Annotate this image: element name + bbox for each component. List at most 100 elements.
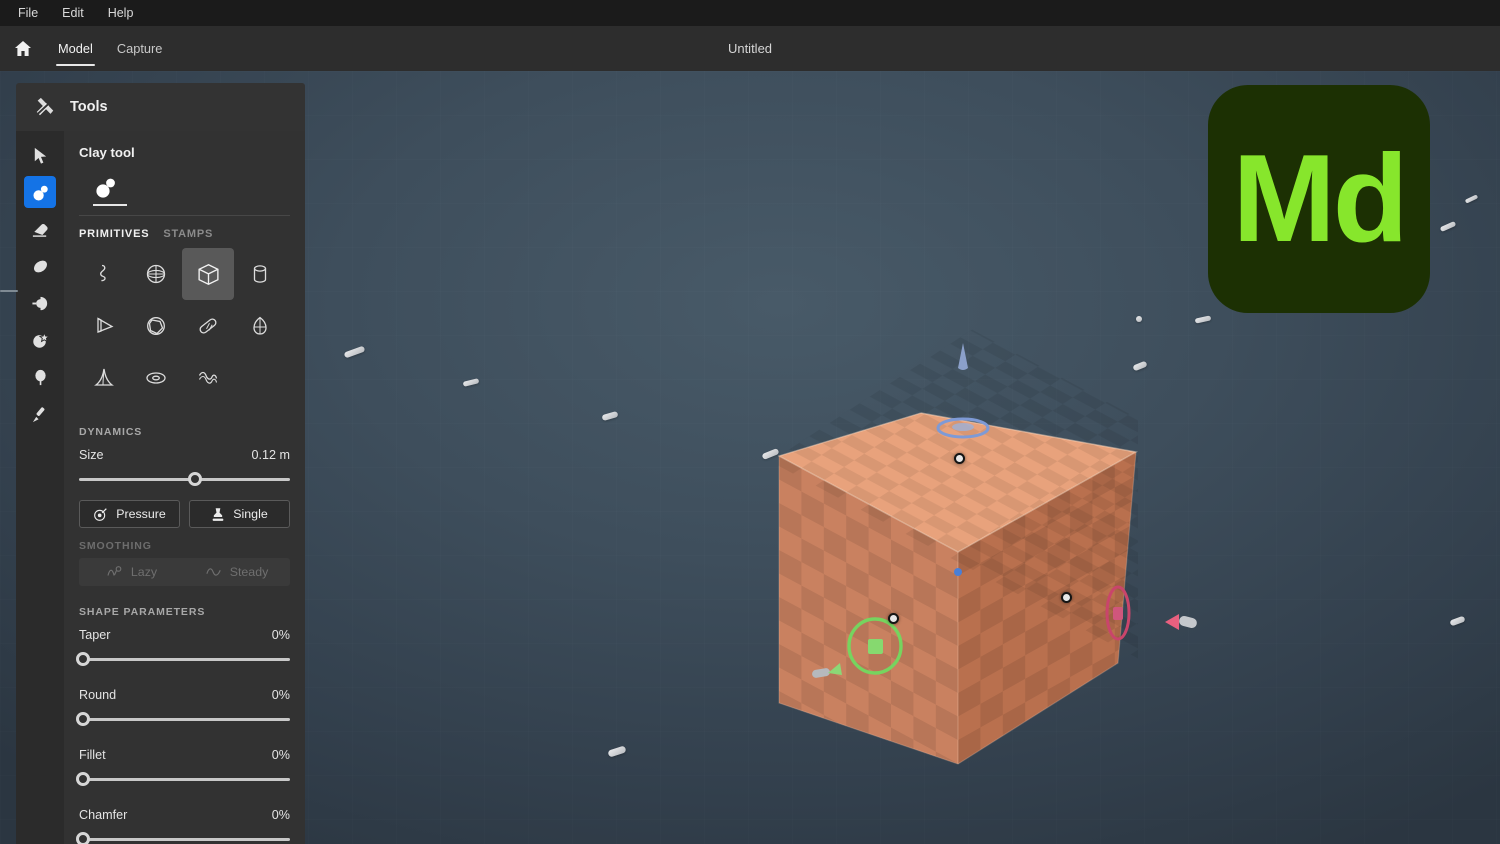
fillet-row: Fillet 0% [64,726,305,762]
tab-capture[interactable]: Capture [105,26,175,71]
cube-handle-front[interactable] [888,613,899,624]
rail-item-effects-tool[interactable] [24,324,56,356]
size-value: 0.12 m [251,448,290,462]
primitive-squiggle[interactable] [78,248,130,300]
document-title: Untitled [727,41,773,56]
primitive-wave[interactable] [182,352,234,404]
size-slider-thumb[interactable] [188,472,203,486]
cube-object[interactable] [778,321,1197,771]
tool-rail [16,131,64,844]
tab-model-label: Model [58,41,93,56]
menu-item-edit[interactable]: Edit [50,0,96,26]
cursor-icon [31,146,50,165]
round-slider-thumb[interactable] [76,712,90,726]
size-slider[interactable] [79,472,290,486]
chamfer-row: Chamfer 0% [64,786,305,822]
chamfer-slider-thumb[interactable] [76,832,90,844]
tab-primitives[interactable]: PRIMITIVES [79,228,149,240]
tools-icon [34,96,56,118]
pressure-button[interactable]: Pressure [79,500,180,528]
rail-item-mirror-tool[interactable] [24,287,56,319]
fillet-label: Fillet [79,748,106,762]
rotate-gizmo-pink[interactable] [1100,579,1136,647]
round-slider[interactable] [76,712,290,726]
taper-slider-track [79,658,290,661]
chamfer-label: Chamfer [79,808,128,822]
primitive-spike[interactable] [78,352,130,404]
fillet-slider-track [79,778,290,781]
tools-panel-title: Tools [70,99,108,115]
rotate-handle-pink[interactable] [1163,609,1205,635]
fillet-slider-thumb[interactable] [76,772,90,786]
lazy-label: Lazy [130,565,158,579]
rail-item-smooth-tool[interactable] [24,250,56,282]
debris-particle [1194,315,1212,324]
tools-panel: Tools Clay tool PRIMITIVES STAMPS DYNAMI… [16,83,305,844]
primitive-egg[interactable] [234,300,286,352]
single-label: Single [233,507,268,521]
shape-parameters-title: SHAPE PARAMETERS [79,606,206,618]
round-slider-track [79,718,290,721]
primitive-torus[interactable] [130,352,182,404]
menu-item-help[interactable]: Help [96,0,146,26]
size-row: Size 0.12 m [64,438,305,462]
rail-item-erase-tool[interactable] [24,213,56,245]
lazy-icon [107,565,123,579]
primitive-cube[interactable] [182,248,234,300]
dynamics-buttons: Pressure Single [64,486,305,528]
cube-handle-right[interactable] [1061,592,1072,603]
primitive-sphere[interactable] [130,248,182,300]
single-button[interactable]: Single [189,500,290,528]
debris-particle [462,378,480,387]
rail-item-select-tool[interactable] [24,139,56,171]
round-row: Round 0% [64,666,305,702]
active-tool-header: Clay tool [64,131,305,216]
tab-stamps[interactable]: STAMPS [163,228,213,240]
primitive-wedge[interactable] [78,300,130,352]
scale-handle-green[interactable] [810,657,850,683]
primitive-cylinder[interactable] [234,248,286,300]
smooth-icon [31,257,50,276]
scale-gizmo-green[interactable] [840,611,910,681]
fillet-slider[interactable] [76,772,290,786]
primitive-capsule[interactable] [182,300,234,352]
active-tool-icon-row [79,176,290,206]
primitives-grid [64,240,305,414]
lazy-button[interactable]: Lazy [79,558,185,586]
cube-handle-top[interactable] [954,453,965,464]
steady-label: Steady [229,565,269,579]
medium-app-logo-text: Md [1232,130,1408,268]
menu-item-file[interactable]: File [6,0,50,26]
cube-handle-center-dot[interactable] [954,568,962,576]
rail-item-paint-tool[interactable] [24,398,56,430]
pressure-icon [93,507,108,522]
paintbrush-icon [31,405,50,424]
taper-slider[interactable] [76,652,290,666]
steady-icon [206,566,222,578]
smoothing-buttons: Lazy Steady [64,552,305,586]
panel-collapse-handle[interactable] [0,290,18,292]
chamfer-slider[interactable] [76,832,290,844]
inflate-icon [31,368,50,387]
effects-icon [31,331,50,350]
rail-item-inflate-tool[interactable] [24,361,56,393]
home-icon [14,40,32,57]
top-bar: Model Capture Untitled [0,26,1500,71]
move-gizmo-blue[interactable] [928,335,998,455]
steady-button[interactable]: Steady [185,558,290,586]
home-button[interactable] [0,26,46,71]
debris-particle [1439,220,1457,233]
tab-model[interactable]: Model [46,26,105,71]
taper-slider-thumb[interactable] [76,652,90,666]
chamfer-slider-track [79,838,290,841]
taper-row: Taper 0% [64,618,305,642]
rail-item-clay-tool[interactable] [24,176,56,208]
primitive-tabs: PRIMITIVES STAMPS [64,216,305,240]
debris-particle [1449,615,1466,627]
clay-blob-icon[interactable] [93,174,119,200]
debris-particle [1464,194,1479,204]
size-slider-track [79,478,290,481]
primitive-faceted-sphere[interactable] [130,300,182,352]
taper-value: 0% [271,628,290,642]
menu-bar: File Edit Help [0,0,1500,26]
